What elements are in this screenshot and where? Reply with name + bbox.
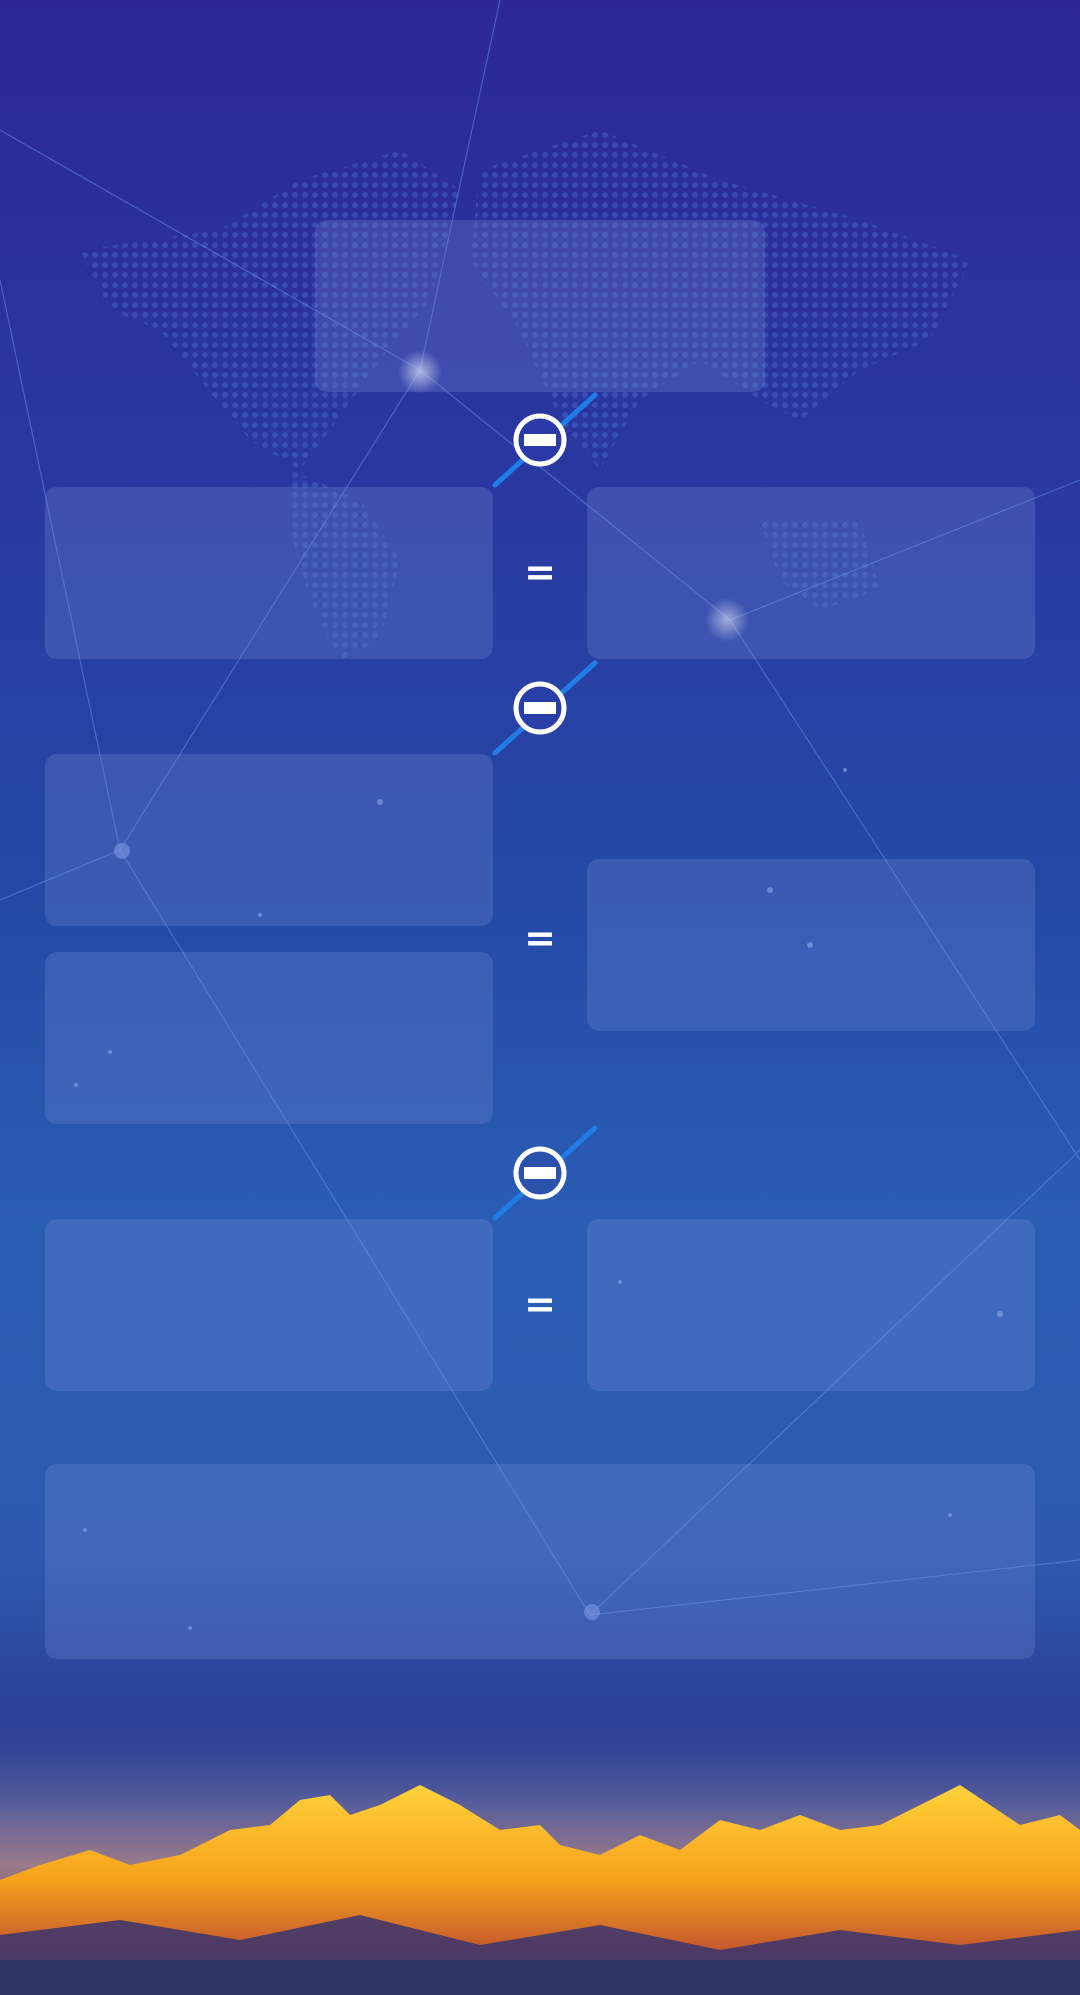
row2-left-bottom-panel [45,952,493,1124]
equals-sign: = [524,550,556,594]
row3-left-panel [45,1219,493,1391]
row1-left-panel [45,487,493,659]
row2-left-top-panel [45,754,493,926]
row3-right-panel [587,1219,1035,1391]
equals-sign: = [524,1282,556,1326]
bottom-wide-panel [45,1464,1035,1659]
equals-sign: = [524,916,556,960]
row1-right-panel [587,487,1035,659]
mountain-sunrise-image [0,1705,1080,1995]
row2-right-panel [587,859,1035,1031]
